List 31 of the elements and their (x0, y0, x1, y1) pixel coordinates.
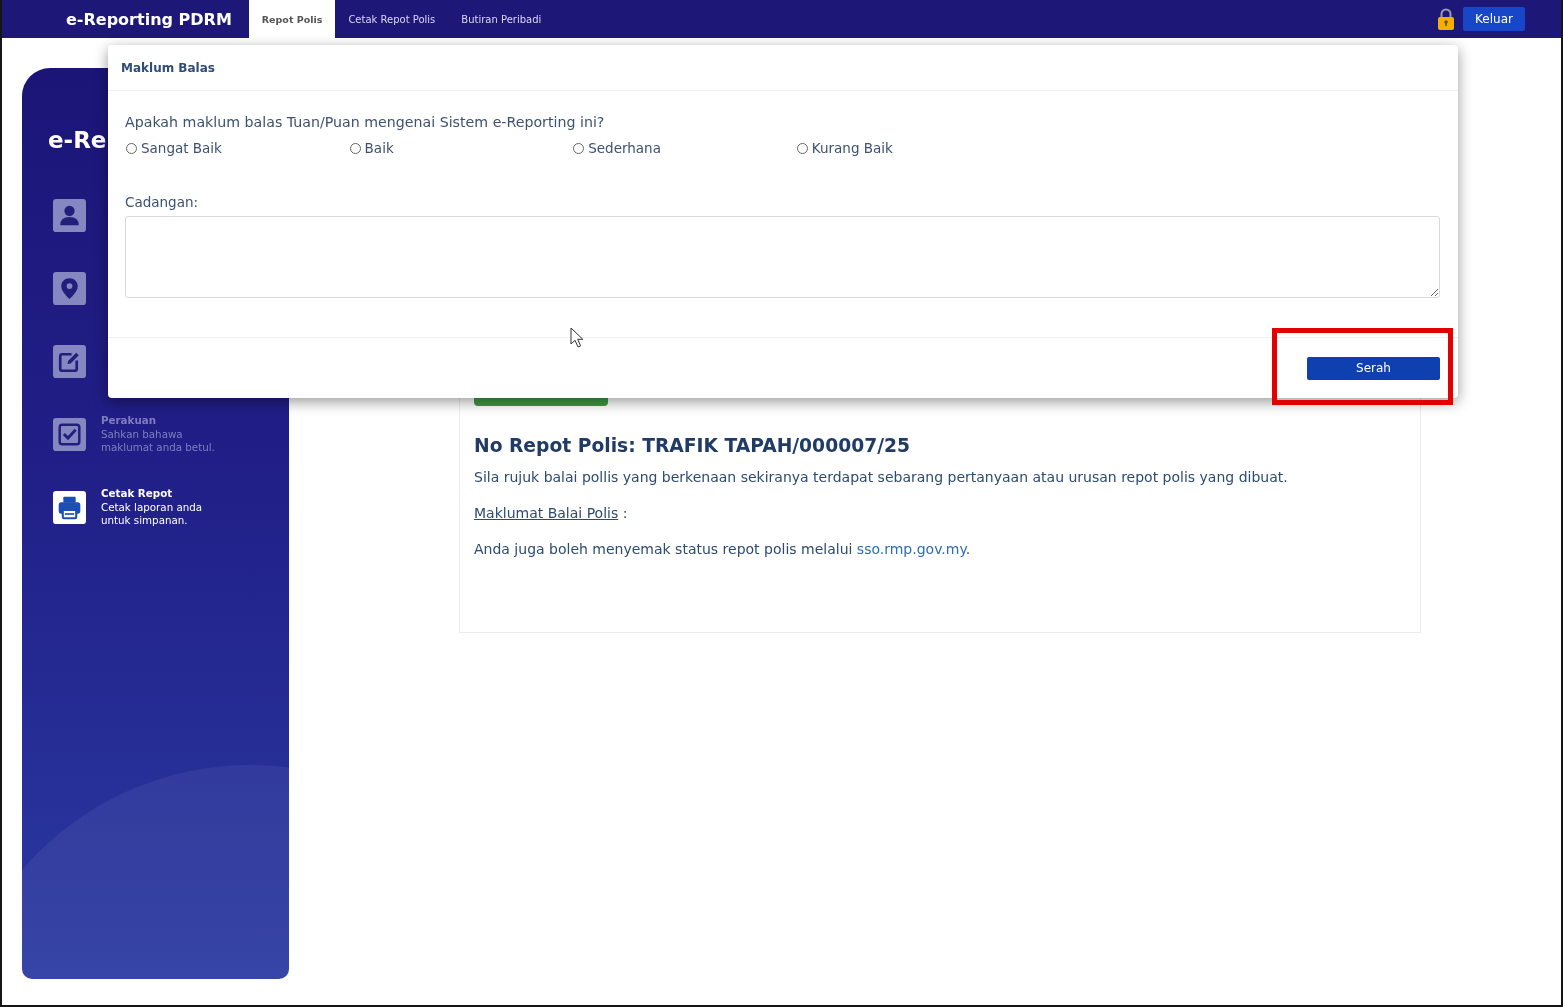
padlock-icon (1438, 8, 1454, 30)
sidebar-title: e-Re (48, 126, 107, 154)
report-number-heading: No Repot Polis: TRAFIK TAPAH/000007/25 (474, 434, 910, 458)
suggestion-label: Cadangan: (125, 193, 199, 211)
rating-radio-option[interactable]: Sangat Baik (125, 139, 222, 157)
step-description: Cetak laporan anda untuk simpanan. (101, 500, 204, 528)
step-title: Perakuan (101, 414, 156, 428)
station-info-link[interactable]: Maklumat Balai Polis (474, 505, 619, 521)
dialog-title: Maklum Balas (121, 60, 215, 75)
rating-radio-option[interactable]: Baik (348, 139, 394, 157)
status-link[interactable]: sso.rmp.gov.my (856, 541, 966, 557)
submit-button[interactable]: Serah (1307, 356, 1440, 380)
app-logo: e-Reporting PDRM (65, 9, 232, 29)
radio-icon[interactable] (796, 142, 808, 154)
radio-icon[interactable] (573, 142, 585, 154)
step-description: Sahkan bahawa maklumat anda betul. (101, 427, 216, 455)
rating-radio-option[interactable]: Kurang Baik (795, 139, 893, 157)
step-title: Cetak Repot (101, 487, 173, 501)
question-text: Apakah maklum balas Tuan/Puan mengenai Sistem e-Reporting ini? (125, 113, 605, 131)
suggestion-field[interactable] (125, 216, 1440, 298)
radio-icon[interactable] (126, 142, 137, 154)
radio-icon[interactable] (349, 142, 361, 154)
nav-tab[interactable]: Repot Polis (248, 0, 336, 38)
station-info-text: Maklumat Balai Polis : (474, 504, 628, 522)
rating-radio-option[interactable]: Sederhana (572, 139, 661, 157)
mouse-pointer-icon (570, 327, 584, 348)
nav-tab[interactable]: Butiran Peribadi (448, 0, 555, 38)
status-text: Anda juga boleh menyemak status repot polis melalui sso.rmp.gov.my. (474, 540, 971, 558)
logout-button[interactable]: Keluar (1463, 7, 1525, 31)
instruction-text: Sila rujuk balai pollis yang berkenaan sekiranya terdapat sebarang pertanyaan atau urusan repot polis yang dibuat. (474, 468, 1288, 486)
nav-tab[interactable]: Cetak Repot Polis (335, 0, 449, 38)
